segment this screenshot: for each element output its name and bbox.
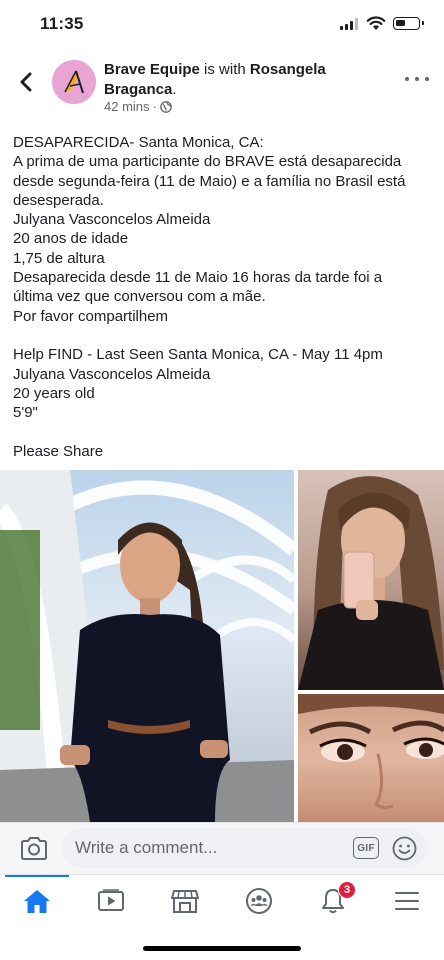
wifi-icon (366, 15, 386, 31)
post-text-line: 20 anos de idade (13, 230, 129, 248)
back-button[interactable] (14, 68, 38, 96)
notification-badge: 3 (338, 881, 356, 899)
emoji-button[interactable] (392, 836, 417, 861)
gif-button[interactable]: GIF (353, 837, 379, 859)
home-indicator (143, 946, 301, 951)
more-options-button[interactable] (405, 72, 429, 86)
tab-groups[interactable] (222, 875, 296, 927)
post-body: DESAPARECIDA- Santa Monica, CA: A prima d… (13, 133, 433, 461)
post-text-line: Help FIND - Last Seen Santa Monica, CA -… (13, 346, 383, 364)
more-horizontal-icon (405, 77, 409, 81)
page-avatar[interactable] (52, 60, 96, 104)
camera-icon (21, 837, 47, 860)
shop-icon (171, 890, 199, 913)
post-author-line: Brave Equipe is with Rosangela Braganca. (104, 60, 374, 100)
tab-menu[interactable] (370, 875, 444, 927)
globe-icon (160, 100, 172, 113)
hamburger-menu-icon (395, 892, 419, 910)
page-name-link[interactable]: Brave Equipe (104, 61, 200, 78)
cellular-signal-icon (340, 18, 360, 30)
meta-separator: · (152, 99, 157, 114)
post-text-line: Por favor compartilhem (13, 307, 169, 325)
smiley-icon (392, 836, 417, 861)
post-text-line: Julyana Vasconcelos Almeida (13, 365, 211, 383)
tagged-suffix: . (172, 81, 177, 98)
brave-logo-icon (52, 60, 96, 104)
post-text-line: 20 years old (13, 384, 95, 402)
post-header: Brave Equipe is with Rosangela Braganca.… (0, 52, 444, 122)
post-text-line: DESAPARECIDA- Santa Monica, CA: (13, 134, 264, 151)
back-arrow-icon (20, 72, 32, 92)
battery-icon (393, 17, 424, 30)
camera-button[interactable] (18, 835, 50, 863)
post-text-line: 5'9" (13, 404, 38, 422)
post-text-line: última vez que conversou com a mãe. (13, 288, 266, 306)
post-meta: 42 mins · (104, 99, 172, 114)
video-play-icon (98, 889, 124, 911)
status-bar: 11:35 (0, 0, 444, 48)
photo-eyes-closeup[interactable] (298, 694, 444, 822)
tab-marketplace[interactable] (148, 875, 222, 927)
tab-notifications[interactable]: 3 (296, 875, 370, 927)
post-text-line: desde segunda-feira (11 de Maio) e a fam… (13, 172, 406, 190)
post-text-blank-line (13, 326, 433, 345)
tab-home[interactable] (0, 875, 74, 927)
post-text-line: desesperada. (13, 191, 104, 209)
photo-woman-standing-bridge[interactable] (0, 470, 294, 822)
photo-grid (0, 470, 444, 822)
with-text: is with (204, 61, 246, 78)
post-text-line: Please Share (13, 442, 104, 460)
post-text-line: A prima de uma participante do BRAVE est… (13, 153, 402, 171)
comment-bar: GIF (0, 822, 444, 874)
post-text-line: Julyana Vasconcelos Almeida (13, 211, 211, 229)
tab-watch[interactable] (74, 875, 148, 927)
groups-icon (246, 888, 272, 914)
photo-mirror-selfie[interactable] (298, 470, 444, 690)
home-icon (24, 890, 50, 913)
post-text-line: 1,75 de altura (13, 249, 105, 267)
post-text-line: Desaparecida desde 11 de Maio 16 horas d… (13, 269, 383, 287)
bottom-tab-bar: 3 (0, 874, 444, 926)
post-timestamp[interactable]: 42 mins (104, 99, 150, 114)
post-text-blank-line (13, 422, 433, 441)
status-time: 11:35 (40, 14, 84, 33)
